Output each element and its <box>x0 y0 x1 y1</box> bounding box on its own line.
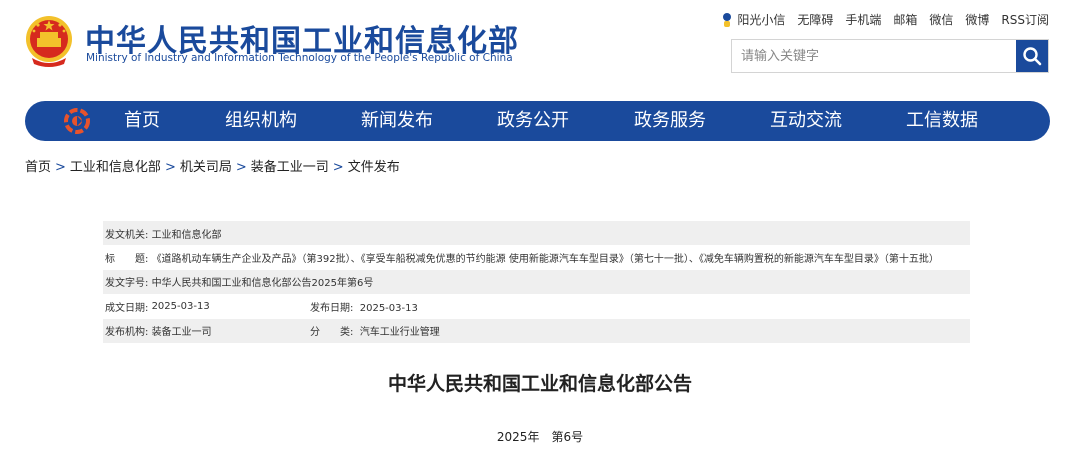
breadcrumb: 首页 > 工业和信息化部 > 机关司局 > 装备工业一司 > 文件发布 <box>25 156 400 175</box>
rss-link[interactable]: RSS订阅 <box>1001 11 1049 28</box>
document-number: 2025年 第6号 <box>496 430 584 444</box>
published-date: 发布日期: 2025-03-13 <box>310 299 418 314</box>
breadcrumb-separator: > <box>235 160 247 175</box>
nav-item-news[interactable]: 新闻发布 <box>361 101 433 141</box>
nav-item-data[interactable]: 工信数据 <box>906 101 978 141</box>
document-title: 中华人民共和国工业和信息化部公告 <box>387 373 692 395</box>
breadcrumb-separator: > <box>164 160 176 175</box>
nav-item-interaction[interactable]: 互动交流 <box>770 101 842 141</box>
agency-label: 发布机构: <box>105 327 149 339</box>
published-date-label: 发布日期: <box>310 302 354 314</box>
info-row-title: 标 题: 《道路机动车辆生产企业及产品》（第392批）、《享受车船税减免优惠的节… <box>103 245 970 269</box>
info-row-issuer: 发文机关: 工业和信息化部 <box>103 221 970 246</box>
title-label: 标 题: <box>105 254 149 266</box>
nav-item-organization[interactable]: 组织机构 <box>225 101 297 141</box>
category: 分 类: 汽车工业行业管理 <box>310 323 440 338</box>
search-icon <box>1023 47 1042 66</box>
info-row-docno: 发文字号: 中华人民共和国工业和信息化部公告2025年第6号 <box>103 269 970 295</box>
mail-link[interactable]: 邮箱 <box>893 11 917 28</box>
accessibility-link[interactable]: 无障碍 <box>797 11 833 28</box>
breadcrumb-documents[interactable]: 文件发布 <box>348 160 400 175</box>
category-value: 汽车工业行业管理 <box>359 327 440 339</box>
nav-item-home[interactable]: 首页 <box>124 101 160 141</box>
breadcrumb-separator: > <box>332 160 344 175</box>
nav-item-gov-affairs[interactable]: 政务公开 <box>497 101 569 141</box>
breadcrumb-ministry[interactable]: 工业和信息化部 <box>70 160 161 175</box>
title-value: 《道路机动车辆生产企业及产品》（第392批）、《享受车船税减免优惠的节约能源 使… <box>151 254 939 266</box>
info-row-dates: 成文日期: 2025-03-13 发布日期: 2025-03-13 <box>103 294 970 318</box>
agency-value: 装备工业一司 <box>151 327 212 339</box>
issuer-value: 工业和信息化部 <box>151 229 222 241</box>
search-input[interactable] <box>732 40 1016 72</box>
nav-item-gov-services[interactable]: 政务服务 <box>634 101 706 141</box>
mascot-icon <box>723 12 732 27</box>
page: 中华人民共和国工业和信息化部 Ministry of Industry and … <box>0 0 1080 454</box>
issuer-label: 发文机关: <box>105 229 149 241</box>
wechat-link[interactable]: 微信 <box>929 11 953 28</box>
written-date-value: 2025-03-13 <box>151 300 210 312</box>
written-date-label: 成文日期: <box>105 302 149 314</box>
miit-logo-icon[interactable] <box>64 108 90 134</box>
mobile-link[interactable]: 手机端 <box>845 11 881 28</box>
national-emblem-icon <box>26 16 72 67</box>
site-subtitle: Ministry of Industry and Information Tec… <box>86 52 513 64</box>
weibo-link[interactable]: 微博 <box>965 11 989 28</box>
elder-mode-link[interactable]: 阳光小信 <box>721 11 785 28</box>
search-box <box>731 39 1049 73</box>
docno-value: 中华人民共和国工业和信息化部公告2025年第6号 <box>151 278 374 290</box>
breadcrumb-equipment-dept[interactable]: 装备工业一司 <box>251 160 329 175</box>
info-row-agency: 发布机构: 装备工业一司 分 类: 汽车工业行业管理 <box>103 318 970 343</box>
breadcrumb-departments[interactable]: 机关司局 <box>180 160 232 175</box>
docno-label: 发文字号: <box>105 278 149 290</box>
search-button[interactable] <box>1016 40 1048 72</box>
main-nav: 首页 组织机构 新闻发布 政务公开 政务服务 互动交流 工信数据 <box>25 101 1050 141</box>
category-label: 分 类: <box>310 327 354 339</box>
top-links: 阳光小信 无障碍 手机端 邮箱 微信 微博 RSS订阅 <box>721 11 1049 28</box>
elder-mode-label: 阳光小信 <box>737 13 786 27</box>
breadcrumb-home[interactable]: 首页 <box>25 160 51 175</box>
breadcrumb-separator: > <box>55 160 66 175</box>
published-date-value: 2025-03-13 <box>359 302 418 314</box>
document-info-table: 发文机关: 工业和信息化部 标 题: 《道路机动车辆生产企业及产品》（第392批… <box>103 221 970 343</box>
